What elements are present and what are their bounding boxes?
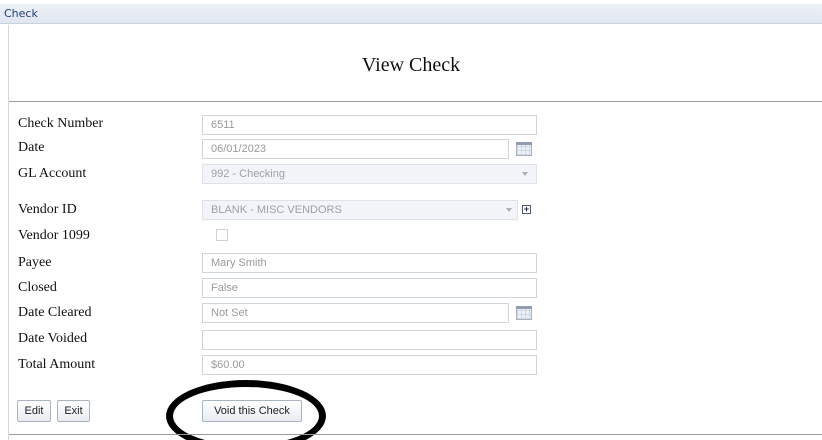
total-amount-label: Total Amount <box>18 357 96 372</box>
check-number-label: Check Number <box>18 116 104 131</box>
gl-account-select[interactable]: 992 - Checking <box>202 164 537 184</box>
chevron-down-icon[interactable] <box>522 172 528 176</box>
closed-label: Closed <box>18 280 57 295</box>
vendor-1099-checkbox[interactable] <box>216 229 228 241</box>
date-label: Date <box>18 140 45 155</box>
calendar-icon[interactable] <box>516 142 532 156</box>
vendor-id-select[interactable]: BLANK - MISC VENDORS <box>202 200 518 220</box>
date-voided-label: Date Voided <box>18 331 88 346</box>
divider-top <box>9 101 822 102</box>
chevron-down-icon[interactable] <box>502 203 516 217</box>
window-titlebar: Check <box>0 4 822 24</box>
form-panel <box>8 25 822 440</box>
calendar-icon[interactable] <box>516 306 532 320</box>
vendor-1099-label: Vendor 1099 <box>18 228 90 243</box>
date-voided-field[interactable] <box>202 330 537 350</box>
date-field[interactable]: 06/01/2023 <box>202 139 509 159</box>
check-number-field[interactable]: 6511 <box>202 115 537 135</box>
payee-field[interactable]: Mary Smith <box>202 253 537 273</box>
closed-field[interactable]: False <box>202 278 537 298</box>
date-cleared-field[interactable]: Not Set <box>202 303 509 323</box>
total-amount-field[interactable]: $60.00 <box>202 355 537 375</box>
edit-button[interactable]: Edit <box>17 400 51 422</box>
plus-icon[interactable]: + <box>522 205 531 214</box>
exit-button[interactable]: Exit <box>57 400 90 422</box>
divider-bottom <box>9 434 822 435</box>
gl-account-label: GL Account <box>18 166 87 181</box>
date-cleared-label: Date Cleared <box>18 305 92 320</box>
payee-label: Payee <box>18 255 52 270</box>
vendor-id-label: Vendor ID <box>18 202 77 217</box>
page-title: View Check <box>361 54 461 76</box>
gl-account-value: 992 - Checking <box>211 168 285 180</box>
window-title: Check <box>4 7 38 20</box>
